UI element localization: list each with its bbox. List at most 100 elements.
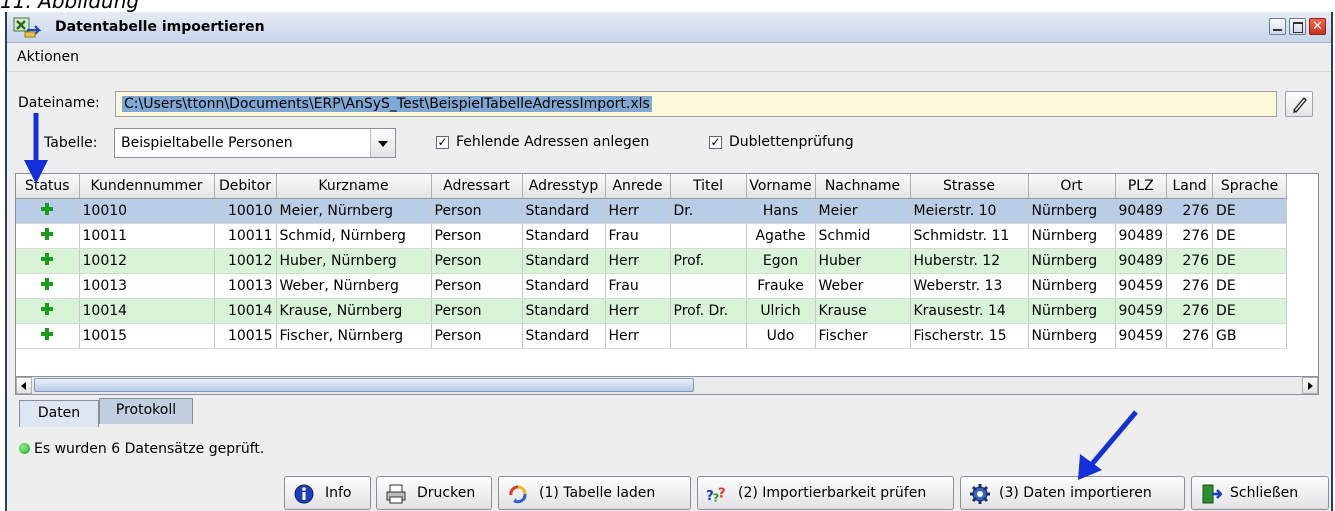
cell-adressart: Person	[431, 198, 523, 224]
schliessen-button[interactable]: Schließen	[1191, 476, 1329, 510]
cell-adressart: Person	[431, 248, 523, 274]
chevron-down-icon[interactable]	[370, 129, 395, 157]
exit-door-icon	[1202, 484, 1222, 504]
col-anrede[interactable]: Anrede	[605, 174, 671, 199]
col-nachname[interactable]: Nachname	[815, 174, 911, 199]
cell-land: 276	[1166, 223, 1214, 249]
col-land[interactable]: Land	[1166, 174, 1214, 199]
tab-daten[interactable]: Daten	[19, 400, 99, 427]
maximize-button[interactable]	[1289, 18, 1306, 35]
fehlende-adressen-checkbox[interactable]: ✓	[436, 136, 449, 149]
importierbarkeit-button[interactable]: ? ? ? (2) Importierbarkeit prüfen	[697, 476, 954, 510]
col-debitor[interactable]: Debitor	[214, 174, 277, 199]
cell-kurzname: Schmid, Nürnberg	[276, 223, 432, 249]
scroll-thumb[interactable]	[34, 378, 694, 392]
cell-titel	[670, 273, 747, 299]
cell-sprache: DE	[1212, 298, 1288, 324]
cell-titel	[670, 323, 747, 349]
gear-icon	[970, 484, 990, 504]
table-row[interactable]: 10010 10010 Meier, Nürnberg Person Stand…	[16, 198, 1288, 224]
status-cell	[16, 323, 80, 349]
scroll-left-icon[interactable]	[16, 377, 32, 394]
dateiname-field[interactable]: C:\Users\ttonn\Documents\ERP\AnSyS_Test\…	[115, 91, 1277, 117]
table-row[interactable]: 10012 10012 Huber, Nürnberg Person Stand…	[16, 248, 1288, 274]
cell-adressart: Person	[431, 298, 523, 324]
col-adresstyp[interactable]: Adresstyp	[522, 174, 606, 199]
table-row[interactable]: 10011 10011 Schmid, Nürnberg Person Stan…	[16, 223, 1288, 249]
cell-plz: 90459	[1115, 273, 1168, 299]
cell-nachname: Weber	[815, 273, 911, 299]
dublettenpruefung-checkbox[interactable]: ✓	[709, 136, 722, 149]
cell-adresstyp: Standard	[522, 248, 606, 274]
file-picker-button[interactable]	[1285, 91, 1313, 117]
cell-anrede: Frau	[605, 223, 671, 249]
schliessen-label: Schließen	[1230, 485, 1299, 501]
daten-importieren-button[interactable]: (3) Daten importieren	[960, 476, 1185, 510]
horizontal-scrollbar[interactable]	[15, 377, 1319, 395]
cell-land: 276	[1166, 198, 1214, 224]
title-bar[interactable]: Datentabelle impoertieren ✕	[7, 12, 1331, 43]
cell-adresstyp: Standard	[522, 273, 606, 299]
svg-text:?: ?	[718, 485, 726, 501]
cell-strasse: Huberstr. 12	[910, 248, 1029, 274]
question-marks-icon: ? ? ?	[706, 485, 726, 504]
cell-plz: 90459	[1115, 298, 1168, 324]
pen-icon	[1293, 97, 1307, 113]
cell-adresstyp: Standard	[522, 323, 606, 349]
menu-bar: Aktionen	[7, 43, 1331, 72]
info-button[interactable]: Info	[284, 476, 371, 510]
tab-protokoll[interactable]: Protokoll	[99, 398, 193, 424]
cell-anrede: Herr	[605, 298, 671, 324]
data-table: Status Kundennummer Debitor Kurzname Adr…	[15, 173, 1319, 377]
col-sprache[interactable]: Sprache	[1212, 174, 1288, 199]
col-kurzname[interactable]: Kurzname	[276, 174, 432, 199]
cell-debitor: 10010	[214, 198, 277, 224]
col-strasse[interactable]: Strasse	[910, 174, 1029, 199]
tabelle-laden-button[interactable]: (1) Tabelle laden	[498, 476, 691, 510]
importierbarkeit-label: (2) Importierbarkeit prüfen	[738, 485, 927, 501]
cell-ort: Nürnberg	[1028, 273, 1116, 299]
status-line: Es wurden 6 Datensätze geprüft.	[19, 441, 264, 457]
cell-kundennummer: 10014	[79, 298, 215, 324]
cell-land: 276	[1166, 273, 1214, 299]
cell-debitor: 10011	[214, 223, 277, 249]
scroll-right-icon[interactable]	[1302, 377, 1318, 394]
cell-nachname: Krause	[815, 298, 911, 324]
cell-land: 276	[1166, 323, 1214, 349]
col-adressart[interactable]: Adressart	[431, 174, 523, 199]
cell-nachname: Huber	[815, 248, 911, 274]
cell-plz: 90489	[1115, 198, 1168, 224]
cell-kurzname: Huber, Nürnberg	[276, 248, 432, 274]
cell-titel: Prof. Dr.	[670, 298, 747, 324]
col-titel[interactable]: Titel	[670, 174, 747, 199]
menu-aktionen[interactable]: Aktionen	[17, 49, 79, 65]
col-kundennummer[interactable]: Kundennummer	[79, 174, 215, 199]
info-icon	[294, 484, 314, 504]
cell-sprache: DE	[1212, 248, 1288, 274]
close-window-button[interactable]: ✕	[1309, 18, 1326, 35]
col-plz[interactable]: PLZ	[1115, 174, 1168, 199]
table-row[interactable]: 10015 10015 Fischer, Nürnberg Person Sta…	[16, 323, 1288, 349]
minimize-button[interactable]	[1269, 18, 1286, 35]
info-label: Info	[325, 485, 352, 501]
table-row[interactable]: 10013 10013 Weber, Nürnberg Person Stand…	[16, 273, 1288, 299]
cell-titel: Dr.	[670, 198, 747, 224]
table-row[interactable]: 10014 10014 Krause, Nürnberg Person Stan…	[16, 298, 1288, 324]
excel-import-icon	[13, 17, 41, 38]
cell-kundennummer: 10012	[79, 248, 215, 274]
cell-titel: Prof.	[670, 248, 747, 274]
drucken-button[interactable]: Drucken	[376, 476, 492, 510]
cell-sprache: GB	[1212, 323, 1288, 349]
cell-ort: Nürnberg	[1028, 198, 1116, 224]
col-vorname[interactable]: Vorname	[746, 174, 816, 199]
import-window: Datentabelle impoertieren ✕ Aktionen Dat…	[5, 12, 1333, 511]
status-cell	[16, 223, 80, 249]
import-table: Status Kundennummer Debitor Kurzname Adr…	[16, 174, 1288, 349]
cell-vorname: Egon	[746, 248, 816, 274]
dateiname-value: C:\Users\ttonn\Documents\ERP\AnSyS_Test\…	[122, 96, 652, 112]
cell-anrede: Herr	[605, 323, 671, 349]
col-status[interactable]: Status	[16, 174, 80, 199]
col-ort[interactable]: Ort	[1028, 174, 1116, 199]
tabelle-combobox[interactable]: Beispieltabelle Personen	[114, 128, 396, 158]
cell-strasse: Weberstr. 13	[910, 273, 1029, 299]
